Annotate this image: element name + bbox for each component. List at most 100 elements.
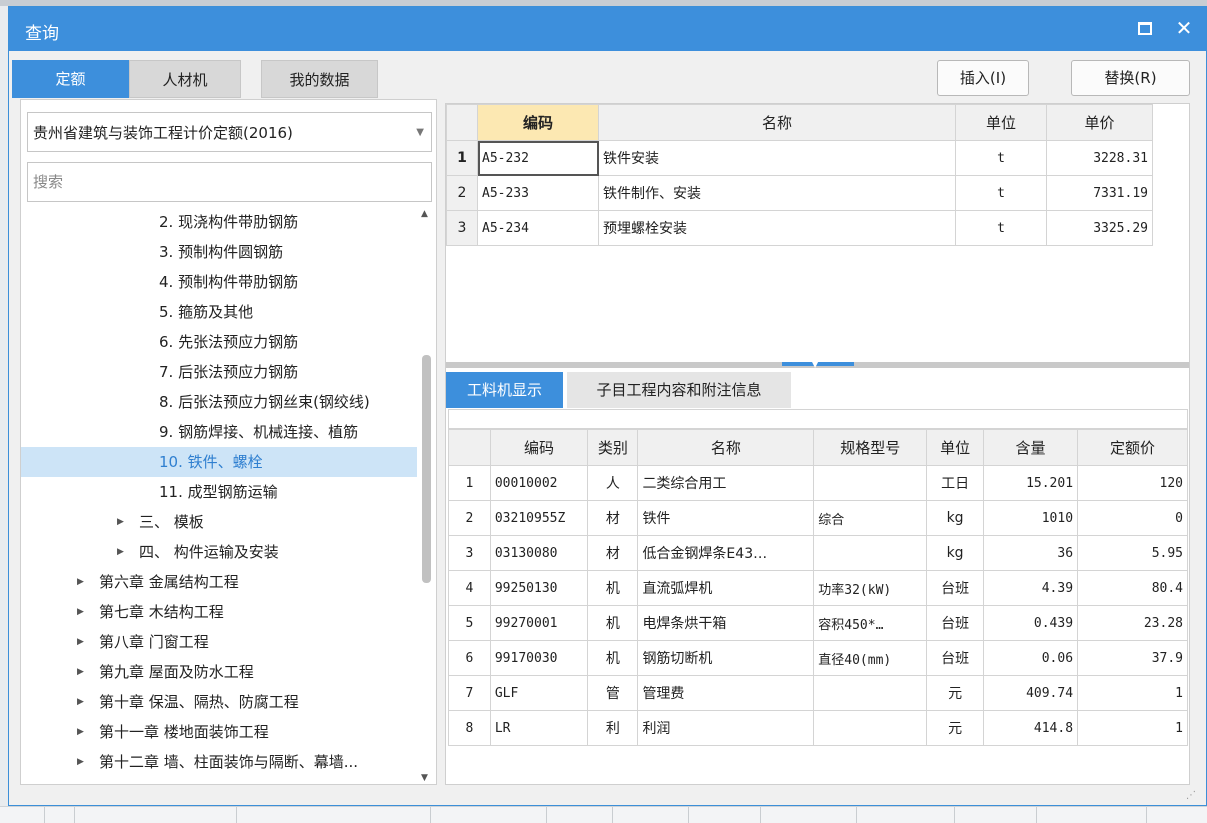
tree-item[interactable]: ▶ 四、 构件运输及安装 <box>21 537 419 567</box>
spec-cell[interactable] <box>813 535 928 571</box>
name-column-header[interactable]: 名称 <box>637 429 815 466</box>
spec-cell[interactable] <box>813 675 928 711</box>
type-column-header[interactable]: 类别 <box>587 429 639 466</box>
code-cell[interactable]: A5-233 <box>477 175 599 211</box>
tree-item[interactable]: ▶ 第七章 木结构工程 <box>21 597 419 627</box>
expand-arrow-icon[interactable]: ▶ <box>77 717 84 747</box>
spec-cell[interactable]: 功率32(kW) <box>813 570 928 606</box>
insert-button[interactable]: 插入(I) <box>937 60 1029 96</box>
quota-price-cell[interactable]: 1 <box>1077 710 1188 746</box>
table-row[interactable]: 7 GLF 管管理费 元 409.74 1 <box>448 675 1188 711</box>
table-row[interactable]: 2 A5-233 铁件制作、安装 t 7331.19 <box>446 175 1153 211</box>
quota-price-cell[interactable]: 120 <box>1077 465 1188 501</box>
quantity-cell[interactable]: 409.74 <box>982 675 1079 711</box>
name-cell[interactable]: 利润 <box>637 710 815 746</box>
unit-cell[interactable]: 元 <box>926 675 984 711</box>
quota-price-cell[interactable]: 37.9 <box>1077 640 1188 676</box>
tab-work-content-notes[interactable]: 子目工程内容和附注信息 <box>567 372 791 408</box>
row-number[interactable]: 8 <box>448 710 491 746</box>
tree-item[interactable]: 5. 箍筋及其他 <box>21 297 419 327</box>
tree-item[interactable]: 7. 后张法预应力钢筋 <box>21 357 419 387</box>
quota-price-cell[interactable]: 23.28 <box>1077 605 1188 641</box>
row-number[interactable]: 1 <box>446 140 478 176</box>
row-number[interactable]: 4 <box>448 570 491 606</box>
quantity-cell[interactable]: 4.39 <box>982 570 1079 606</box>
tree-item[interactable]: 10. 铁件、螺栓 <box>21 447 419 477</box>
unit-column-header[interactable]: 单位 <box>955 104 1047 141</box>
table-row[interactable]: 6 99170030 机钢筋切断机 直径40(mm) 台班 0.06 37.9 <box>448 640 1188 676</box>
dialog-titlebar[interactable]: 查询 ✕ <box>9 7 1206 51</box>
code-cell[interactable]: 03130080 <box>489 535 589 571</box>
name-cell[interactable]: 铁件制作、安装 <box>598 175 956 211</box>
tree-item[interactable]: ▶ 第十章 保温、隔热、防腐工程 <box>21 687 419 717</box>
expand-arrow-icon[interactable]: ▶ <box>117 507 124 537</box>
spec-cell[interactable]: 容积450*… <box>813 605 928 641</box>
type-cell[interactable]: 机 <box>587 570 639 606</box>
row-number[interactable]: 2 <box>448 500 491 536</box>
tab-labor-material-machine[interactable]: 人材机 <box>129 60 241 98</box>
price-cell[interactable]: 3325.29 <box>1046 210 1153 246</box>
scrollbar-thumb[interactable] <box>422 355 431 583</box>
tree-item[interactable]: ▶ 第六章 金属结构工程 <box>21 567 419 597</box>
tree-item[interactable]: ▶ 第十三章 天棚工程 <box>21 777 419 784</box>
quantity-cell[interactable]: 0.439 <box>982 605 1079 641</box>
unit-cell[interactable]: kg <box>926 535 984 571</box>
expand-arrow-icon[interactable]: ▶ <box>77 627 84 657</box>
tree-item[interactable]: 2. 现浇构件带肋钢筋 <box>21 207 419 237</box>
price-cell[interactable]: 7331.19 <box>1046 175 1153 211</box>
code-cell[interactable]: GLF <box>489 675 589 711</box>
code-cell[interactable]: 99250130 <box>489 570 589 606</box>
expand-arrow-icon[interactable]: ▶ <box>77 597 84 627</box>
replace-button[interactable]: 替换(R) <box>1071 60 1190 96</box>
quota-price-column-header[interactable]: 定额价 <box>1077 429 1188 466</box>
type-cell[interactable]: 材 <box>587 500 639 536</box>
tree-item[interactable]: ▶ 第八章 门窗工程 <box>21 627 419 657</box>
tree-item[interactable]: ▶ 第十一章 楼地面装饰工程 <box>21 717 419 747</box>
price-cell[interactable]: 3228.31 <box>1046 140 1153 176</box>
tree-item[interactable]: 3. 预制构件圆钢筋 <box>21 237 419 267</box>
tree-item[interactable]: 6. 先张法预应力钢筋 <box>21 327 419 357</box>
type-cell[interactable]: 材 <box>587 535 639 571</box>
tree-item[interactable]: ▶ 第九章 屋面及防水工程 <box>21 657 419 687</box>
name-cell[interactable]: 预埋螺栓安装 <box>598 210 956 246</box>
quantity-cell[interactable]: 1010 <box>982 500 1079 536</box>
tree-item[interactable]: ▶ 第十二章 墙、柱面装饰与隔断、幕墙... <box>21 747 419 777</box>
type-cell[interactable]: 机 <box>587 640 639 676</box>
spec-cell[interactable]: 直径40(mm) <box>813 640 928 676</box>
panel-splitter[interactable]: ▼ <box>446 360 1189 369</box>
table-row[interactable]: 2 03210955Z 材铁件 综合 kg 1010 0 <box>448 500 1188 536</box>
spec-column-header[interactable]: 规格型号 <box>813 429 928 466</box>
tree-item[interactable]: 11. 成型钢筋运输 <box>21 477 419 507</box>
tab-resource-display[interactable]: 工料机显示 <box>446 372 563 408</box>
name-cell[interactable]: 电焊条烘干箱 <box>637 605 815 641</box>
unit-cell[interactable]: t <box>955 175 1047 211</box>
quantity-cell[interactable]: 36 <box>982 535 1079 571</box>
unit-cell[interactable]: 台班 <box>926 605 984 641</box>
table-row[interactable]: 3 03130080 材低合金钢焊条E43… kg 36 5.95 <box>448 535 1188 571</box>
unit-cell[interactable]: t <box>955 210 1047 246</box>
row-number[interactable]: 6 <box>448 640 491 676</box>
type-cell[interactable]: 管 <box>587 675 639 711</box>
row-number[interactable]: 3 <box>448 535 491 571</box>
close-icon[interactable]: ✕ <box>1171 13 1197 43</box>
quota-price-cell[interactable]: 0 <box>1077 500 1188 536</box>
maximize-icon[interactable] <box>1138 22 1152 35</box>
type-cell[interactable]: 人 <box>587 465 639 501</box>
row-number[interactable]: 3 <box>446 210 478 246</box>
name-column-header[interactable]: 名称 <box>598 104 956 141</box>
code-cell[interactable]: 99170030 <box>489 640 589 676</box>
name-cell[interactable]: 二类综合用工 <box>637 465 815 501</box>
spec-cell[interactable]: 综合 <box>813 500 928 536</box>
quantity-cell[interactable]: 0.06 <box>982 640 1079 676</box>
expand-arrow-icon[interactable]: ▶ <box>77 657 84 687</box>
code-column-header[interactable]: 编码 <box>477 104 599 141</box>
name-cell[interactable]: 铁件 <box>637 500 815 536</box>
quota-library-select[interactable]: 贵州省建筑与装饰工程计价定额(2016) ▼ <box>27 112 432 152</box>
code-cell[interactable]: A5-234 <box>477 210 599 246</box>
name-cell[interactable]: 钢筋切断机 <box>637 640 815 676</box>
collapse-arrow-icon[interactable]: ▼ <box>812 360 818 369</box>
expand-arrow-icon[interactable]: ▶ <box>77 747 84 777</box>
tree-item[interactable]: 4. 预制构件带肋钢筋 <box>21 267 419 297</box>
row-number[interactable]: 2 <box>446 175 478 211</box>
quantity-cell[interactable]: 15.201 <box>982 465 1079 501</box>
